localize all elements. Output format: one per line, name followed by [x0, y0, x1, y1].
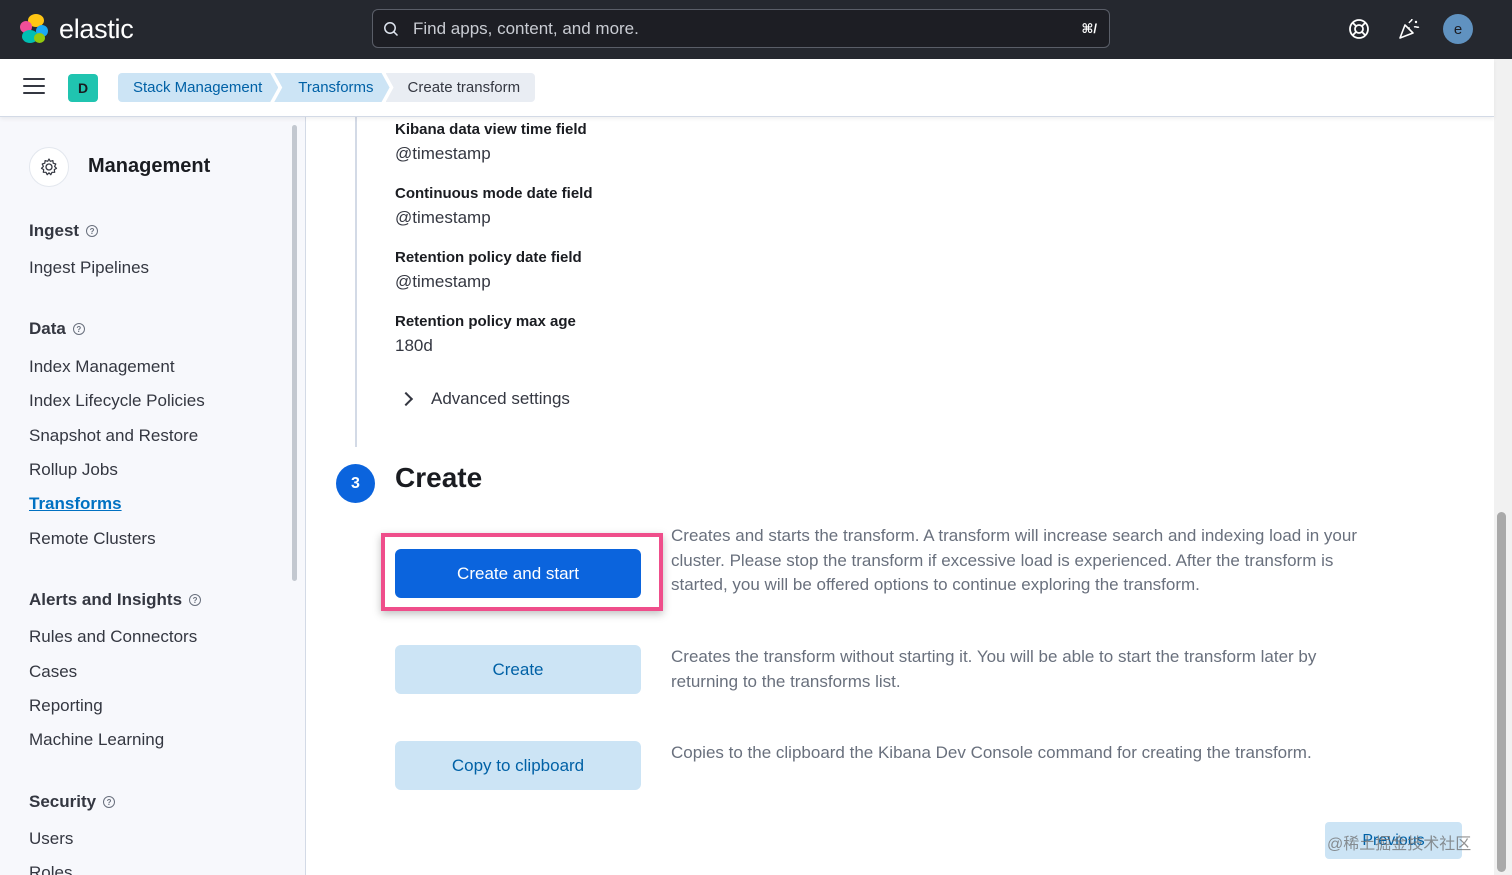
sidebar-item-reporting[interactable]: Reporting [29, 696, 103, 716]
detail-title-retention-date-field: Retention policy date field [395, 249, 582, 266]
user-avatar[interactable]: e [1443, 14, 1473, 44]
sidebar-section-data: Data ? [29, 319, 85, 339]
step-connector-line [355, 117, 357, 447]
create-and-start-button[interactable]: Create and start [395, 549, 641, 598]
sidebar-item-rollup-jobs[interactable]: Rollup Jobs [29, 460, 118, 480]
step-number-badge: 3 [336, 464, 375, 503]
page-scrollbar-thumb[interactable] [1497, 512, 1506, 872]
sidebar-item-cases[interactable]: Cases [29, 662, 77, 682]
breadcrumb: Stack Management Transforms Create trans… [118, 73, 536, 102]
section-label: Ingest [29, 221, 80, 240]
brand-name: elastic [59, 13, 134, 44]
help-icon[interactable] [1347, 17, 1371, 41]
sidebar-title: Management [88, 155, 211, 177]
global-search[interactable]: ⌘/ [372, 9, 1110, 48]
section-label: Alerts and Insights [29, 590, 183, 609]
search-icon [384, 21, 399, 36]
main-content: Kibana data view time field @timestamp C… [307, 117, 1494, 875]
detail-title-retention-max-age: Retention policy max age [395, 313, 576, 330]
create-and-start-description: Creates and starts the transform. A tran… [671, 526, 1358, 594]
sidebar-item-users[interactable]: Users [29, 829, 73, 849]
section-label: Data [29, 319, 66, 338]
breadcrumb-stack-management[interactable]: Stack Management [118, 73, 278, 102]
detail-value-retention-max-age: 180d [395, 336, 433, 355]
create-description: Creates the transform without starting i… [671, 647, 1317, 691]
copy-to-clipboard-description: Copies to the clipboard the Kibana Dev C… [671, 743, 1312, 762]
question-icon[interactable]: ? [86, 225, 99, 237]
sidebar-item-snapshot-and-restore[interactable]: Snapshot and Restore [29, 426, 198, 446]
sidebar-section-ingest: Ingest ? [29, 221, 99, 241]
gear-icon [29, 147, 69, 187]
section-label: Security [29, 792, 97, 811]
sidebar-item-ingest-pipelines[interactable]: Ingest Pipelines [29, 258, 149, 278]
detail-title-continuous-date-field: Continuous mode date field [395, 185, 593, 202]
sidebar-item-rules-and-connectors[interactable]: Rules and Connectors [29, 627, 197, 647]
sidebar-section-security: Security ? [29, 792, 116, 812]
sidebar-item-remote-clusters[interactable]: Remote Clusters [29, 529, 156, 549]
management-sidebar: Management Ingest ? Ingest Pipelines Dat… [0, 117, 306, 875]
advanced-settings-label: Advanced settings [431, 389, 570, 408]
sidebar-item-machine-learning[interactable]: Machine Learning [29, 730, 164, 750]
sidebar-item-index-lifecycle-policies[interactable]: Index Lifecycle Policies [29, 391, 205, 411]
sidebar-item-transforms[interactable]: Transforms [29, 494, 122, 514]
newsfeed-icon[interactable] [1397, 17, 1421, 41]
create-button[interactable]: Create [395, 645, 641, 694]
search-shortcut-hint: ⌘/ [1081, 20, 1097, 36]
question-icon[interactable]: ? [103, 796, 116, 808]
breadcrumb-transforms[interactable]: Transforms [274, 73, 389, 102]
detail-title-time-field: Kibana data view time field [395, 121, 587, 138]
detail-value-continuous-date-field: @timestamp [395, 208, 491, 227]
breadcrumb-create-transform: Create transform [385, 73, 536, 102]
top-header: elastic ⌘/ e [0, 0, 1512, 59]
question-icon[interactable]: ? [189, 594, 202, 606]
hamburger-menu-icon[interactable] [23, 78, 45, 96]
chevron-right-icon [398, 391, 414, 407]
advanced-settings-toggle[interactable]: Advanced settings [398, 389, 570, 409]
sidebar-item-roles[interactable]: Roles [29, 863, 72, 875]
sidebar-item-index-management[interactable]: Index Management [29, 357, 175, 377]
sidebar-section-alerts-and-insights: Alerts and Insights ? [29, 590, 202, 610]
copy-to-clipboard-button[interactable]: Copy to clipboard [395, 741, 641, 790]
elastic-logo-icon [18, 13, 50, 45]
space-avatar[interactable]: D [68, 74, 98, 102]
previous-button[interactable]: Previous [1325, 822, 1462, 859]
elastic-logo[interactable]: elastic [18, 13, 134, 45]
question-icon[interactable]: ? [72, 323, 85, 335]
step-title: Create [395, 462, 483, 493]
detail-value-retention-date-field: @timestamp [395, 272, 491, 291]
sidebar-scrollbar[interactable] [292, 125, 297, 581]
detail-value-time-field: @timestamp [395, 144, 491, 163]
search-input[interactable] [413, 18, 1082, 39]
breadcrumb-bar: D Stack Management Transforms Create tra… [0, 59, 1494, 117]
